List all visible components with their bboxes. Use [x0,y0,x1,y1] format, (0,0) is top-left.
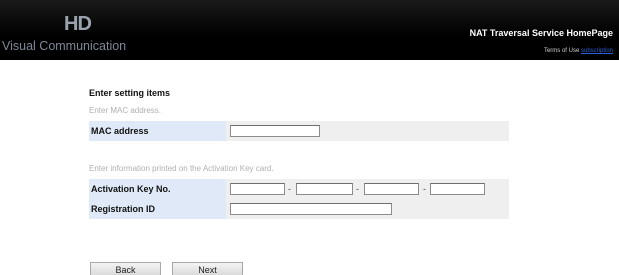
key-separator: - [288,184,291,194]
mac-address-label: MAC address [89,121,226,141]
page-header: HD Visual Communication NAT Traversal Se… [0,0,619,60]
mac-address-cell [226,121,509,141]
registration-id-cell [226,199,509,219]
activation-key-input-1[interactable] [230,183,285,195]
registration-id-input[interactable] [230,203,392,215]
subscription-link[interactable]: subscription [581,48,613,54]
settings-form: Enter setting items Enter MAC address. M… [89,86,509,219]
activation-key-input-2[interactable] [296,183,353,195]
activation-key-input-4[interactable] [430,183,485,195]
card-hint: Enter information printed on the Activat… [89,164,274,173]
key-separator: - [423,184,426,194]
registration-id-row: Registration ID [89,199,509,219]
top-links: Terms of Use subscription [544,48,613,54]
form-heading: Enter setting items [89,88,171,98]
site-title: NAT Traversal Service HomePage [469,28,613,38]
mac-hint: Enter MAC address. [89,106,162,115]
logo-mark: HD [64,13,92,35]
activation-key-row: Activation Key No. - - - [89,179,509,199]
logo-subtitle: Visual Communication [2,39,127,53]
activation-key-cell: - - - [226,179,509,199]
key-separator: - [356,184,359,194]
mac-address-input[interactable] [230,125,320,137]
back-button[interactable]: Back [90,262,161,275]
hd-logo: HD Visual Communication [2,8,162,58]
terms-of-use-link[interactable]: Terms of Use [544,48,579,54]
activation-key-input-3[interactable] [364,183,419,195]
next-button[interactable]: Next [172,262,243,275]
activation-key-label: Activation Key No. [89,179,226,199]
mac-address-row: MAC address [89,121,509,141]
registration-id-label: Registration ID [89,199,226,219]
